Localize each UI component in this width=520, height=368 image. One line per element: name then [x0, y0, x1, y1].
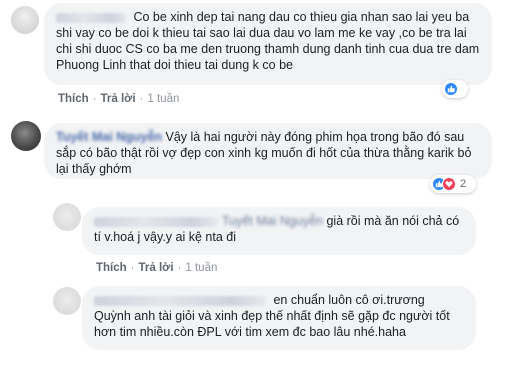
comment-actions: Thích · Trả lời · 1 tuần [58, 93, 180, 105]
comment-bubble: Tuyết Mai Nguyễn Vậy là hai người này đó… [44, 123, 492, 179]
comment-author[interactable]: Tuyết Mai Nguyễn [56, 130, 162, 144]
reply-button[interactable]: Trả lời [101, 93, 136, 105]
reaction-summary[interactable] [442, 80, 468, 98]
like-icon [444, 82, 458, 96]
comment-text: en chuẩn luôn cô ơi.trương [273, 293, 425, 307]
reaction-count: 2 [460, 178, 467, 190]
commenter-avatar[interactable] [53, 287, 81, 315]
like-button[interactable]: Thích [96, 262, 127, 274]
commenter-avatar[interactable] [53, 203, 81, 231]
comment-actions: Thích · Trả lời · 1 tuần [96, 262, 218, 274]
timestamp[interactable]: 1 tuần [185, 262, 217, 274]
reply-mention[interactable]: Tuyết Mai Nguyễn [222, 214, 323, 228]
comment-bubble: Co be xinh dep tai nang dau co thieu gia… [44, 3, 492, 85]
reply-bubble: en chuẩn luôn cô ơi.trương Quỳnh anh tài… [82, 286, 476, 350]
blurred-author-name[interactable] [56, 12, 126, 23]
love-icon [442, 177, 456, 191]
like-button[interactable]: Thích [58, 93, 89, 105]
commenter-avatar[interactable] [11, 121, 41, 151]
blurred-author-name[interactable] [94, 295, 266, 306]
reply-bubble: Tuyết Mai Nguyễn già rồi mà ăn nói chả c… [82, 207, 476, 255]
comment-text-continued: Quỳnh anh tài giỏi và xinh đẹp thế nhất … [94, 309, 450, 339]
reaction-summary[interactable]: 2 [430, 175, 476, 193]
blurred-author-name[interactable] [94, 216, 218, 227]
reply-button[interactable]: Trả lời [139, 262, 174, 274]
timestamp[interactable]: 1 tuần [147, 93, 179, 105]
commenter-avatar[interactable] [11, 6, 39, 34]
